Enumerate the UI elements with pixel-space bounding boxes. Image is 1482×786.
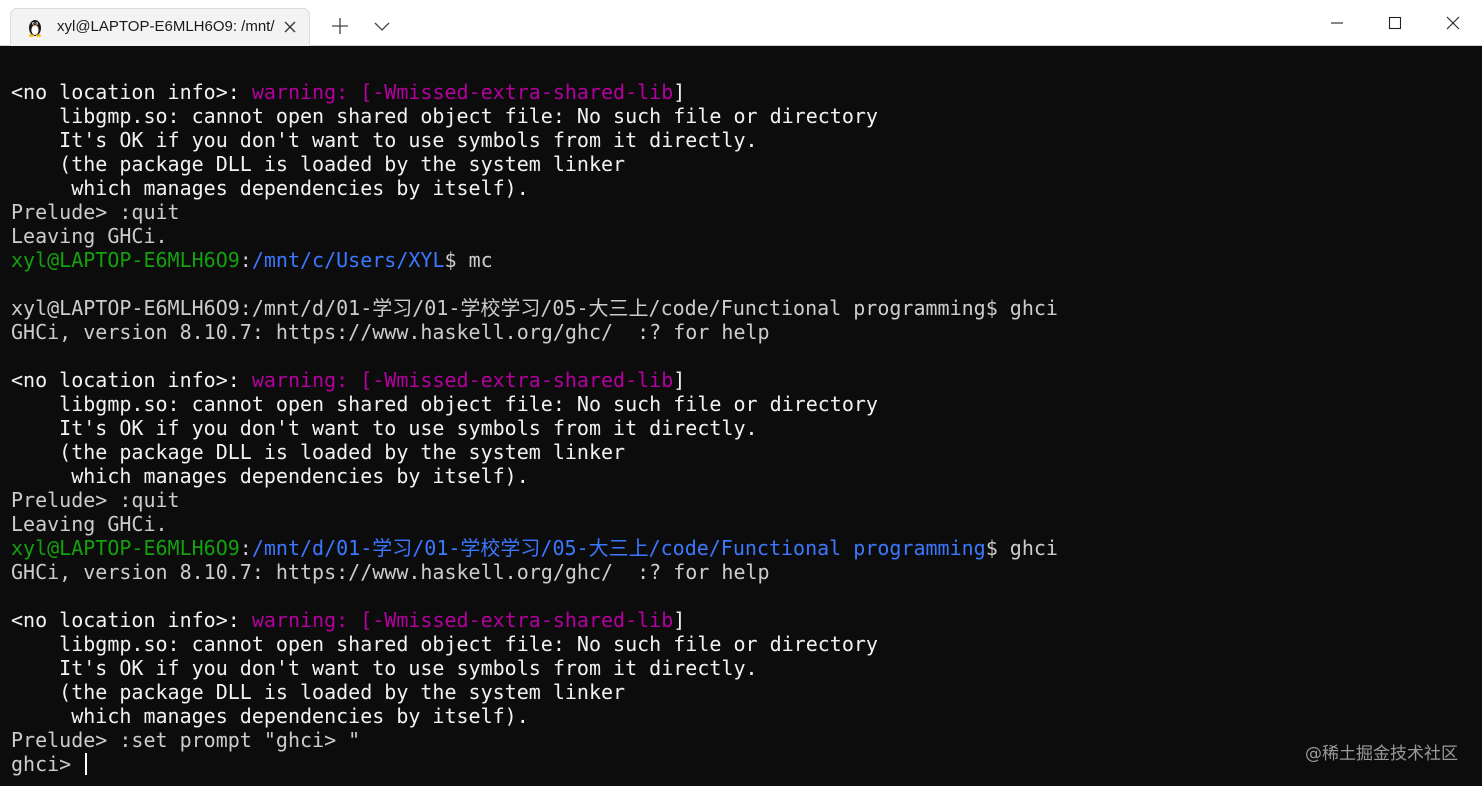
- terminal-text: GHCi, version 8.10.7: https://www.haskel…: [11, 320, 770, 344]
- terminal-text: Leaving GHCi.: [11, 512, 168, 536]
- terminal-text: (the package DLL is loaded by the system…: [11, 152, 626, 176]
- title-bar[interactable]: xyl@LAPTOP-E6MLH6O9: /mnt/: [0, 0, 1482, 46]
- terminal-text: <no location info>:: [11, 80, 252, 104]
- terminal-line: Prelude> :quit: [11, 488, 1058, 512]
- terminal-text: (the package DLL is loaded by the system…: [11, 440, 626, 464]
- terminal-line: Prelude> :quit: [11, 200, 1058, 224]
- terminal-line: Prelude> :set prompt "ghci> ": [11, 728, 1058, 752]
- terminal-text: Prelude> :set prompt "ghci> ": [11, 728, 361, 752]
- minimize-icon: [1331, 22, 1343, 24]
- terminal-text: libgmp.so: cannot open shared object fil…: [11, 632, 878, 656]
- terminal-text: It's OK if you don't want to use symbols…: [11, 416, 758, 440]
- terminal-window: xyl@LAPTOP-E6MLH6O9: /mnt/ <no location …: [0, 0, 1482, 786]
- terminal-text: /mnt/d/01-学习/01-学校学习/05-大三上/code/Functio…: [251, 536, 986, 560]
- minimize-button[interactable]: [1308, 0, 1366, 46]
- terminal-line: Leaving GHCi.: [11, 512, 1058, 536]
- terminal-text: /mnt/c/Users/XYL: [251, 248, 445, 272]
- terminal-line: <no location info>: warning: [-Wmissed-e…: [11, 608, 1058, 632]
- terminal-text: warning: [-Wmissed-extra-shared-lib: [251, 80, 674, 104]
- tab-title: xyl@LAPTOP-E6MLH6O9: /mnt/: [57, 18, 275, 35]
- terminal-text: which manages dependencies by itself).: [11, 464, 529, 488]
- terminal-line: It's OK if you don't want to use symbols…: [11, 128, 1058, 152]
- terminal-line: xyl@LAPTOP-E6MLH6O9:/mnt/c/Users/XYL$ mc: [11, 248, 1058, 272]
- maximize-icon: [1388, 16, 1402, 30]
- terminal-text: warning: [-Wmissed-extra-shared-lib: [251, 608, 674, 632]
- terminal-text: xyl@LAPTOP-E6MLH6O9: [11, 536, 240, 560]
- terminal-text: :: [239, 248, 252, 272]
- terminal-line: xyl@LAPTOP-E6MLH6O9:/mnt/d/01-学习/01-学校学习…: [11, 296, 1058, 320]
- maximize-button[interactable]: [1366, 0, 1424, 46]
- close-tab-icon[interactable]: [281, 18, 299, 36]
- terminal-line: (the package DLL is loaded by the system…: [11, 440, 1058, 464]
- terminal-text: It's OK if you don't want to use symbols…: [11, 656, 758, 680]
- terminal-line: xyl@LAPTOP-E6MLH6O9:/mnt/d/01-学习/01-学校学习…: [11, 536, 1058, 560]
- watermark: @稀土掘金技术社区: [1305, 744, 1458, 764]
- terminal-text: Prelude> :quit: [11, 200, 180, 224]
- terminal-text: <no location info>:: [11, 608, 252, 632]
- terminal-line: libgmp.so: cannot open shared object fil…: [11, 104, 1058, 128]
- chevron-down-icon[interactable]: [370, 14, 394, 38]
- tab-terminal[interactable]: xyl@LAPTOP-E6MLH6O9: /mnt/: [10, 8, 310, 46]
- terminal-text: $ ghci: [985, 536, 1058, 560]
- terminal-text: Prelude> :quit: [11, 488, 180, 512]
- linux-tux-icon: [28, 20, 42, 37]
- terminal-text: ]: [673, 80, 686, 104]
- text-cursor: [85, 753, 88, 775]
- close-icon: [1446, 16, 1460, 30]
- terminal-line: libgmp.so: cannot open shared object fil…: [11, 392, 1058, 416]
- terminal-text: :: [239, 536, 252, 560]
- terminal-text: GHCi, version 8.10.7: https://www.haskel…: [11, 560, 770, 584]
- terminal-text: which manages dependencies by itself).: [11, 704, 529, 728]
- close-window-button[interactable]: [1424, 0, 1482, 46]
- terminal-line: <no location info>: warning: [-Wmissed-e…: [11, 368, 1058, 392]
- new-tab-icon[interactable]: [328, 14, 352, 38]
- terminal-text: Leaving GHCi.: [11, 224, 168, 248]
- terminal-text: libgmp.so: cannot open shared object fil…: [11, 392, 878, 416]
- terminal-line: (the package DLL is loaded by the system…: [11, 152, 1058, 176]
- terminal-line: which manages dependencies by itself).: [11, 704, 1058, 728]
- terminal-text: <no location info>:: [11, 368, 252, 392]
- terminal-text: It's OK if you don't want to use symbols…: [11, 128, 758, 152]
- terminal-line: which manages dependencies by itself).: [11, 464, 1058, 488]
- terminal-text: warning: [-Wmissed-extra-shared-lib: [251, 368, 674, 392]
- terminal-text: $ mc: [444, 248, 493, 272]
- terminal-line: It's OK if you don't want to use symbols…: [11, 416, 1058, 440]
- terminal-text: ]: [673, 368, 686, 392]
- terminal-text: (the package DLL is loaded by the system…: [11, 680, 626, 704]
- terminal-line: <no location info>: warning: [-Wmissed-e…: [11, 80, 1058, 104]
- terminal-text: ]: [673, 608, 686, 632]
- terminal-output[interactable]: <no location info>: warning: [-Wmissed-e…: [0, 46, 1482, 786]
- terminal-line: which manages dependencies by itself).: [11, 176, 1058, 200]
- terminal-lines: <no location info>: warning: [-Wmissed-e…: [11, 80, 1058, 776]
- terminal-text: xyl@LAPTOP-E6MLH6O9: [11, 248, 240, 272]
- terminal-line: Leaving GHCi.: [11, 224, 1058, 248]
- terminal-text: libgmp.so: cannot open shared object fil…: [11, 104, 878, 128]
- terminal-line: It's OK if you don't want to use symbols…: [11, 656, 1058, 680]
- terminal-line: GHCi, version 8.10.7: https://www.haskel…: [11, 560, 1058, 584]
- terminal-text: ghci>: [11, 752, 84, 776]
- terminal-text: xyl@LAPTOP-E6MLH6O9:/mnt/d/01-学习/01-学校学习…: [11, 296, 1058, 320]
- terminal-text: which manages dependencies by itself).: [11, 176, 529, 200]
- terminal-line: libgmp.so: cannot open shared object fil…: [11, 632, 1058, 656]
- terminal-line: (the package DLL is loaded by the system…: [11, 680, 1058, 704]
- terminal-line: ghci>: [11, 752, 1058, 776]
- terminal-line: GHCi, version 8.10.7: https://www.haskel…: [11, 320, 1058, 344]
